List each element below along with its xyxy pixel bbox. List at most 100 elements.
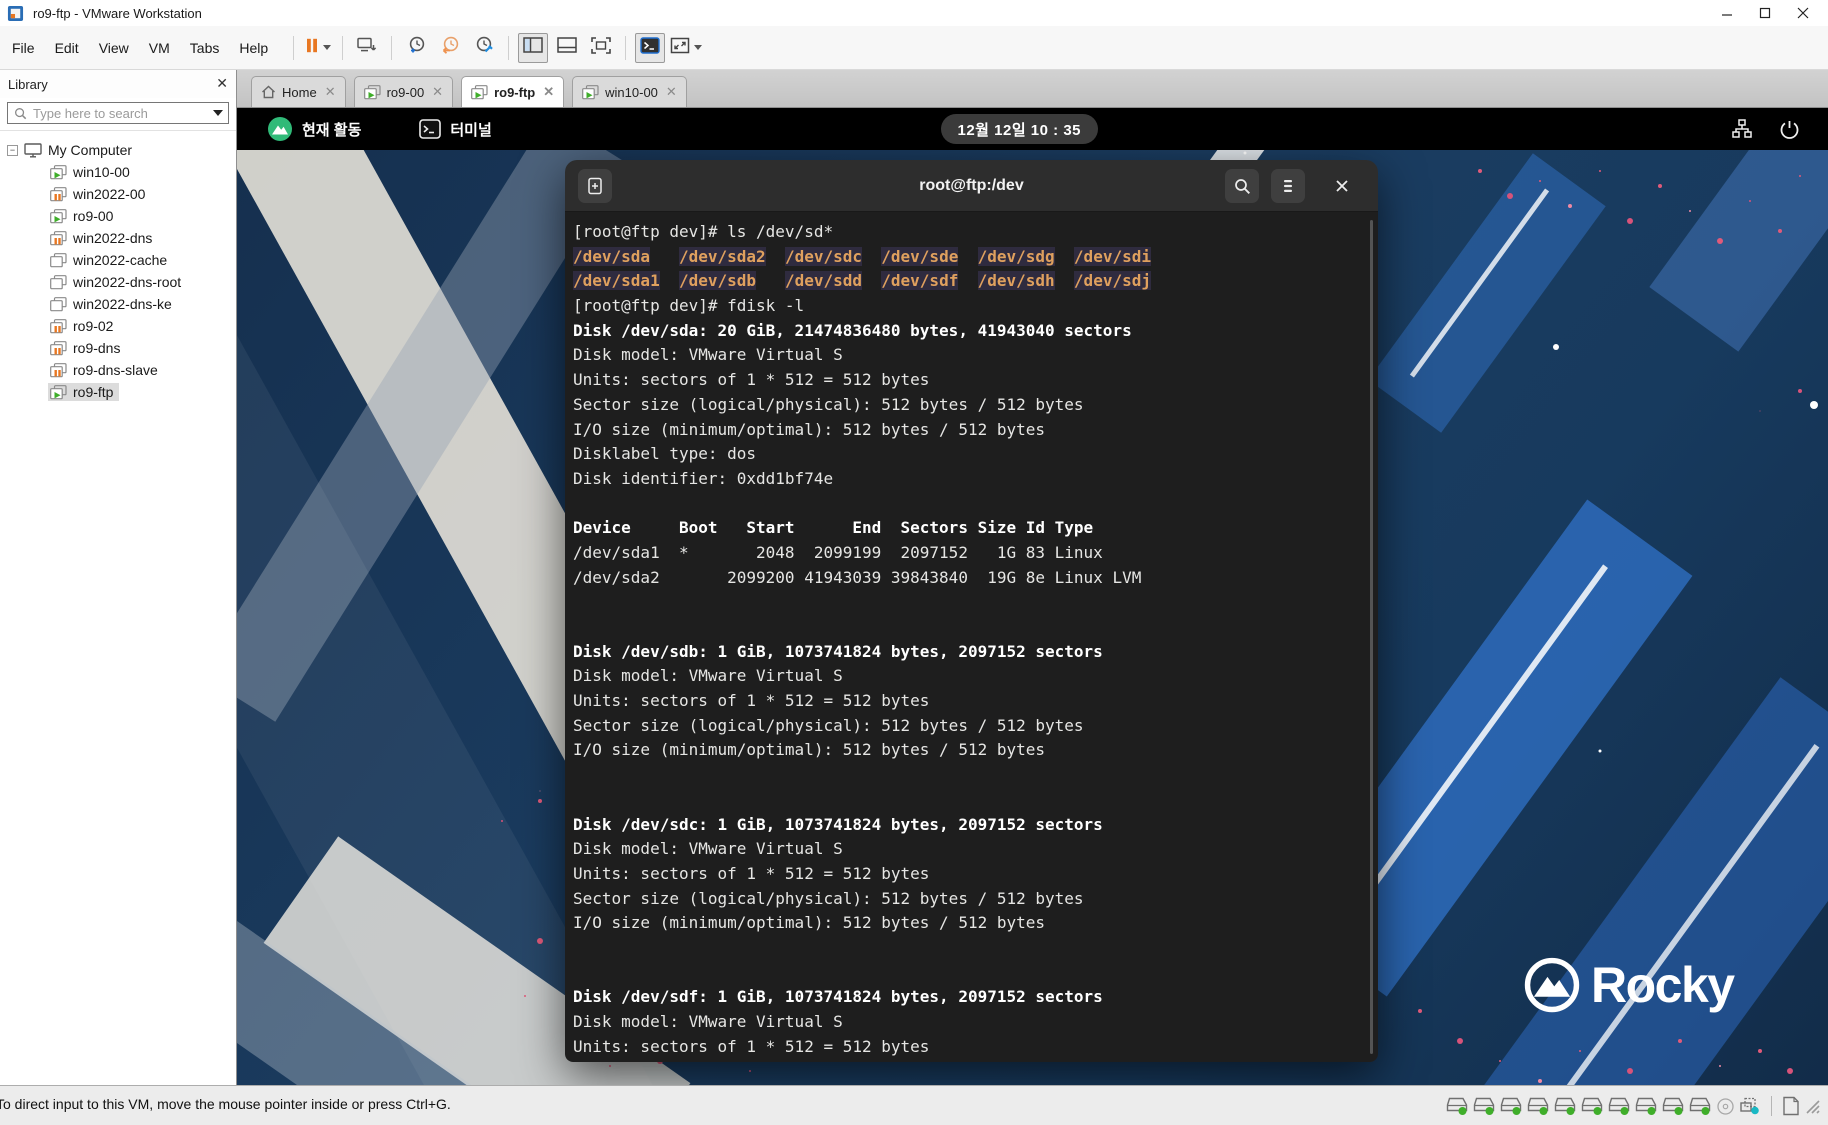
search-placeholder: Type here to search <box>33 105 148 121</box>
tree-node-label: win2022-cache <box>73 252 168 268</box>
power-icon[interactable] <box>1779 119 1800 140</box>
hard-disk-icon[interactable] <box>1635 1097 1658 1116</box>
terminal-search-button[interactable] <box>1225 169 1259 203</box>
window-title: ro9-ftp - VMware Workstation <box>33 5 202 21</box>
hard-disk-icon[interactable] <box>1662 1097 1685 1116</box>
terminal-line: Disk /dev/sdf: 1 GiB, 1073741824 bytes, … <box>573 987 1103 1007</box>
clock-text: 12월 12일 10 : 35 <box>957 121 1082 139</box>
rocky-logo-text: Rocky <box>1591 957 1735 1013</box>
wallpaper-ribbon <box>1368 153 1606 433</box>
rocky-activities-icon <box>268 117 292 141</box>
fit-guest-icon <box>670 37 690 59</box>
vm-icon <box>50 274 67 289</box>
close-button[interactable] <box>1784 0 1822 26</box>
hard-disk-icon[interactable] <box>1554 1097 1577 1116</box>
tab-ro9-ftp[interactable]: ro9-ftp ✕ <box>461 76 565 107</box>
tab-home[interactable]: Home ✕ <box>251 76 346 107</box>
tree-node-win10-00[interactable]: win10-00 <box>0 161 236 183</box>
snapshot-manager-icon <box>475 36 494 59</box>
close-icon <box>1336 180 1348 192</box>
terminal-menu-button[interactable] <box>1271 169 1305 203</box>
tab-win10-00[interactable]: win10-00 ✕ <box>572 76 687 107</box>
tree-node-win2022-dns-ke[interactable]: win2022-dns-ke <box>0 293 236 315</box>
tab-close-icon[interactable]: ✕ <box>432 84 443 100</box>
menu-help[interactable]: Help <box>229 36 278 60</box>
revert-snapshot-button[interactable] <box>435 33 465 63</box>
hard-disk-icon[interactable] <box>1446 1097 1469 1116</box>
tab-ro9-00[interactable]: ro9-00 ✕ <box>353 76 454 107</box>
menu-edit[interactable]: Edit <box>45 36 89 60</box>
cdrom-icon[interactable] <box>1716 1097 1735 1116</box>
collapse-icon[interactable]: − <box>7 144 18 156</box>
minimize-button[interactable] <box>1708 0 1746 26</box>
tree-node-ro9-ftp[interactable]: ro9-ftp <box>0 381 236 403</box>
take-snapshot-button[interactable] <box>401 33 431 63</box>
vm-icon <box>50 340 67 355</box>
home-icon <box>262 85 275 99</box>
terminal-output: [root@ftp dev]# ls /dev/sd* /dev/sda /dev… <box>565 212 1378 1059</box>
activities-label: 현재 활동 <box>302 121 362 139</box>
vmware-workstation-window: ro9-ftp - VMware Workstation File Edit Vie… <box>0 0 1828 1125</box>
library-close-icon[interactable]: ✕ <box>216 76 228 90</box>
search-dropdown-caret-icon[interactable] <box>213 110 223 116</box>
snapshot-manager-button[interactable] <box>469 33 499 63</box>
dropdown-caret-icon[interactable] <box>323 45 332 50</box>
hard-disk-icon[interactable] <box>1527 1097 1550 1116</box>
pause-button[interactable] <box>303 33 333 63</box>
menu-view[interactable]: View <box>89 36 139 60</box>
tree-node-ro9-dns-slave[interactable]: ro9-dns-slave <box>0 359 236 381</box>
menu-file[interactable]: File <box>2 36 45 60</box>
send-ctrl-alt-del-icon <box>357 37 377 59</box>
network-icon[interactable] <box>1731 118 1753 140</box>
network-adapter-icon[interactable] <box>1739 1097 1761 1116</box>
tab-label: Home <box>282 84 317 100</box>
terminal-scrollbar[interactable] <box>1370 220 1373 1054</box>
hard-disk-icon[interactable] <box>1500 1097 1523 1116</box>
tree-node-ro9-02[interactable]: ro9-02 <box>0 315 236 337</box>
message-log-icon[interactable] <box>1782 1096 1800 1116</box>
terminal-titlebar[interactable]: root@ftp:/dev <box>565 160 1378 212</box>
tree-node-win2022-cache[interactable]: win2022-cache <box>0 249 236 271</box>
terminal-close-button[interactable] <box>1325 169 1359 203</box>
tree-node-my-computer[interactable]: − My Computer <box>0 139 236 161</box>
tree-node-win2022-dns-root[interactable]: win2022-dns-root <box>0 271 236 293</box>
focused-app-button[interactable]: 터미널 <box>419 119 492 140</box>
tree-node-ro9-dns[interactable]: ro9-dns <box>0 337 236 359</box>
terminal-line: Disklabel type: dos <box>573 444 757 464</box>
clock[interactable]: 12월 12일 10 : 35 <box>940 114 1099 144</box>
hard-disk-icon[interactable] <box>1581 1097 1604 1116</box>
menu-vm[interactable]: VM <box>139 36 180 60</box>
hard-disk-icon[interactable] <box>1689 1097 1712 1116</box>
show-library-button[interactable] <box>518 32 549 63</box>
terminal-line: Units: sectors of 1 * 512 = 512 bytes <box>573 370 930 390</box>
activities-button[interactable]: 현재 활동 <box>267 116 361 142</box>
vm-icon <box>50 164 67 179</box>
send-ctrl-alt-del-button[interactable] <box>352 33 382 63</box>
hard-disk-icon[interactable] <box>1608 1097 1631 1116</box>
dropdown-caret-icon[interactable] <box>694 45 703 50</box>
vm-icon <box>50 296 67 311</box>
console-view-button[interactable] <box>635 32 666 63</box>
tree-node-win2022-00[interactable]: win2022-00 <box>0 183 236 205</box>
new-tab-button[interactable] <box>578 169 612 203</box>
tree-node-ro9-00[interactable]: ro9-00 <box>0 205 236 227</box>
fullscreen-button[interactable] <box>586 33 616 63</box>
maximize-button[interactable] <box>1746 0 1784 26</box>
hard-disk-icon[interactable] <box>1473 1097 1496 1116</box>
terminal-line: I/O size (minimum/optimal): 512 bytes / … <box>573 419 1046 439</box>
new-tab-icon <box>588 177 602 195</box>
toolbar-separator <box>625 35 627 60</box>
show-thumbnails-button[interactable] <box>552 33 582 63</box>
rocky-logo-icon <box>1524 957 1580 1013</box>
tab-close-icon[interactable]: ✕ <box>325 84 336 100</box>
tree-node-win2022-dns[interactable]: win2022-dns <box>0 227 236 249</box>
tab-close-icon[interactable]: ✕ <box>666 84 677 100</box>
resize-grip-icon[interactable] <box>1804 1098 1820 1114</box>
library-search-input[interactable]: Type here to search <box>7 102 229 124</box>
fit-guest-button[interactable] <box>669 33 703 63</box>
tab-close-icon[interactable]: ✕ <box>543 84 554 100</box>
terminal-body[interactable]: [root@ftp dev]# ls /dev/sd* /dev/sda /dev… <box>565 212 1378 1062</box>
toolbar-separator <box>508 35 510 60</box>
menu-tabs[interactable]: Tabs <box>180 36 230 60</box>
